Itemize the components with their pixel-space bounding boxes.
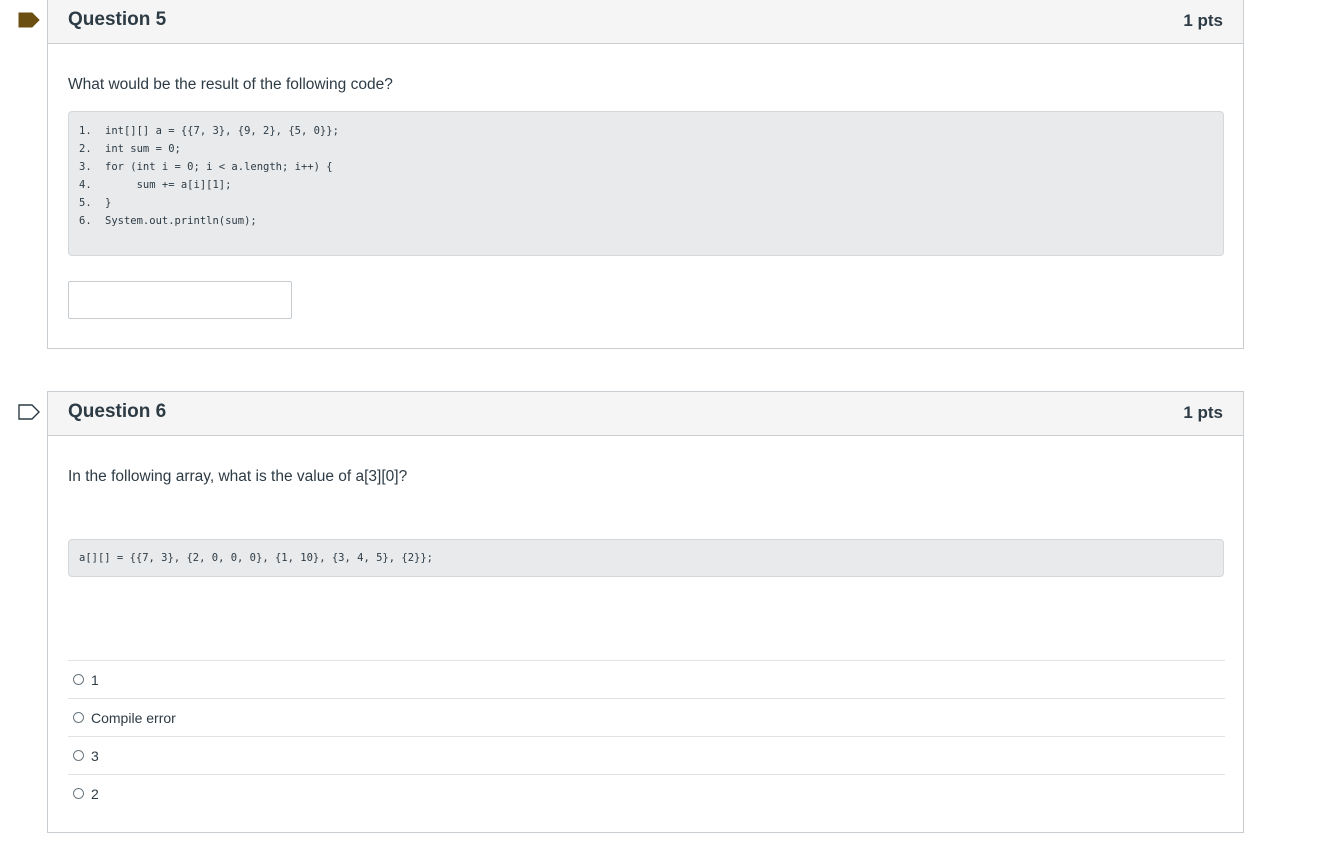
answer-choice[interactable]: 2 — [68, 774, 1225, 812]
code-line-number: 6. — [79, 215, 92, 227]
radio-icon[interactable] — [73, 788, 84, 799]
question-5-prompt: What would be the result of the followin… — [68, 76, 393, 93]
code-line-text: for (int i = 0; i < a.length; i++) { — [105, 161, 333, 173]
question-6-card: Question 6 1 pts In the following array,… — [47, 391, 1244, 833]
code-line: 5.} — [69, 194, 1223, 212]
question-6-choices: 1 Compile error 3 2 — [68, 660, 1225, 812]
flag-question-6-icon[interactable] — [18, 404, 40, 420]
answer-choice-label: 3 — [91, 747, 99, 764]
answer-choice-label: 1 — [91, 671, 99, 688]
code-line-number: 5. — [79, 197, 92, 209]
code-line-number: 3. — [79, 161, 92, 173]
code-line-text: int[][] a = {{7, 3}, {9, 2}, {5, 0}}; — [105, 125, 339, 137]
code-line-text: sum += a[i][1]; — [105, 179, 232, 191]
question-5-answer-input[interactable] — [68, 281, 292, 319]
question-5-header: Question 5 1 pts — [48, 0, 1243, 44]
code-line: 6. System.out.println(sum); — [69, 212, 1223, 230]
question-6-code-line: a[][] = {{7, 3}, {2, 0, 0, 0}, {1, 10}, … — [79, 552, 434, 564]
radio-icon[interactable] — [73, 750, 84, 761]
code-line: 2. int sum = 0; — [69, 140, 1223, 158]
question-6-title: Question 6 — [68, 401, 167, 422]
answer-choice-label: Compile error — [91, 709, 176, 726]
question-5-points: 1 pts — [1183, 11, 1223, 30]
code-line: 3. for (int i = 0; i < a.length; i++) { — [69, 158, 1223, 176]
answer-choice-label: 2 — [91, 785, 99, 802]
question-6-code-block: a[][] = {{7, 3}, {2, 0, 0, 0}, {1, 10}, … — [68, 539, 1224, 577]
radio-icon[interactable] — [73, 674, 84, 685]
question-6-prompt: In the following array, what is the valu… — [68, 468, 408, 485]
flag-question-5-icon[interactable] — [18, 12, 40, 28]
question-5-code-block: 1. int[][] a = {{7, 3}, {9, 2}, {5, 0}}; 2… — [68, 111, 1224, 256]
question-5-card: Question 5 1 pts What would be the resul… — [47, 0, 1244, 349]
code-line-text: System.out.println(sum); — [105, 215, 257, 227]
code-line: 1. int[][] a = {{7, 3}, {9, 2}, {5, 0}}; — [69, 122, 1223, 140]
question-6-header: Question 6 1 pts — [48, 392, 1243, 436]
answer-choice[interactable]: Compile error — [68, 698, 1225, 736]
answer-choice[interactable]: 3 — [68, 736, 1225, 774]
radio-icon[interactable] — [73, 712, 84, 723]
code-line-text: int sum = 0; — [105, 143, 181, 155]
code-line-number: 4. — [79, 179, 92, 191]
code-line: 4. sum += a[i][1]; — [69, 176, 1223, 194]
answer-choice[interactable]: 1 — [68, 660, 1225, 698]
question-5-title: Question 5 — [68, 9, 167, 30]
code-line-number: 2. — [79, 143, 92, 155]
code-line-text: } — [105, 197, 112, 209]
code-line-number: 1. — [79, 125, 92, 137]
question-6-points: 1 pts — [1183, 403, 1223, 422]
